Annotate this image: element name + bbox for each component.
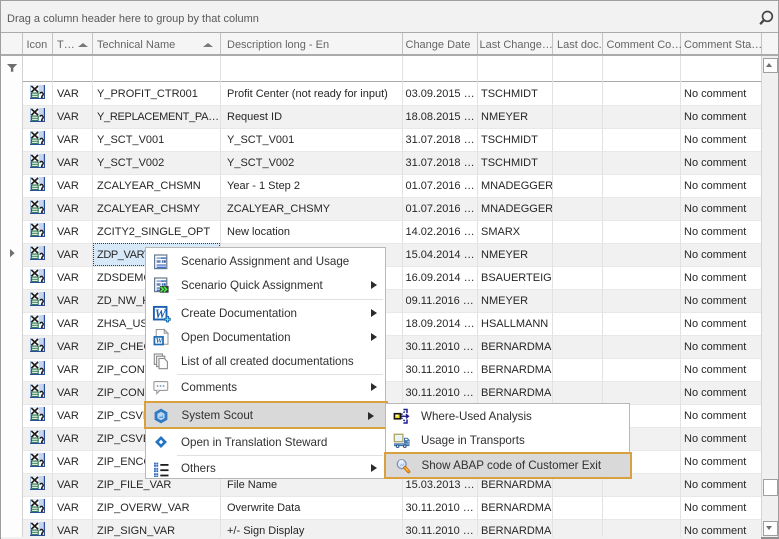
svg-text:W: W: [156, 336, 164, 345]
